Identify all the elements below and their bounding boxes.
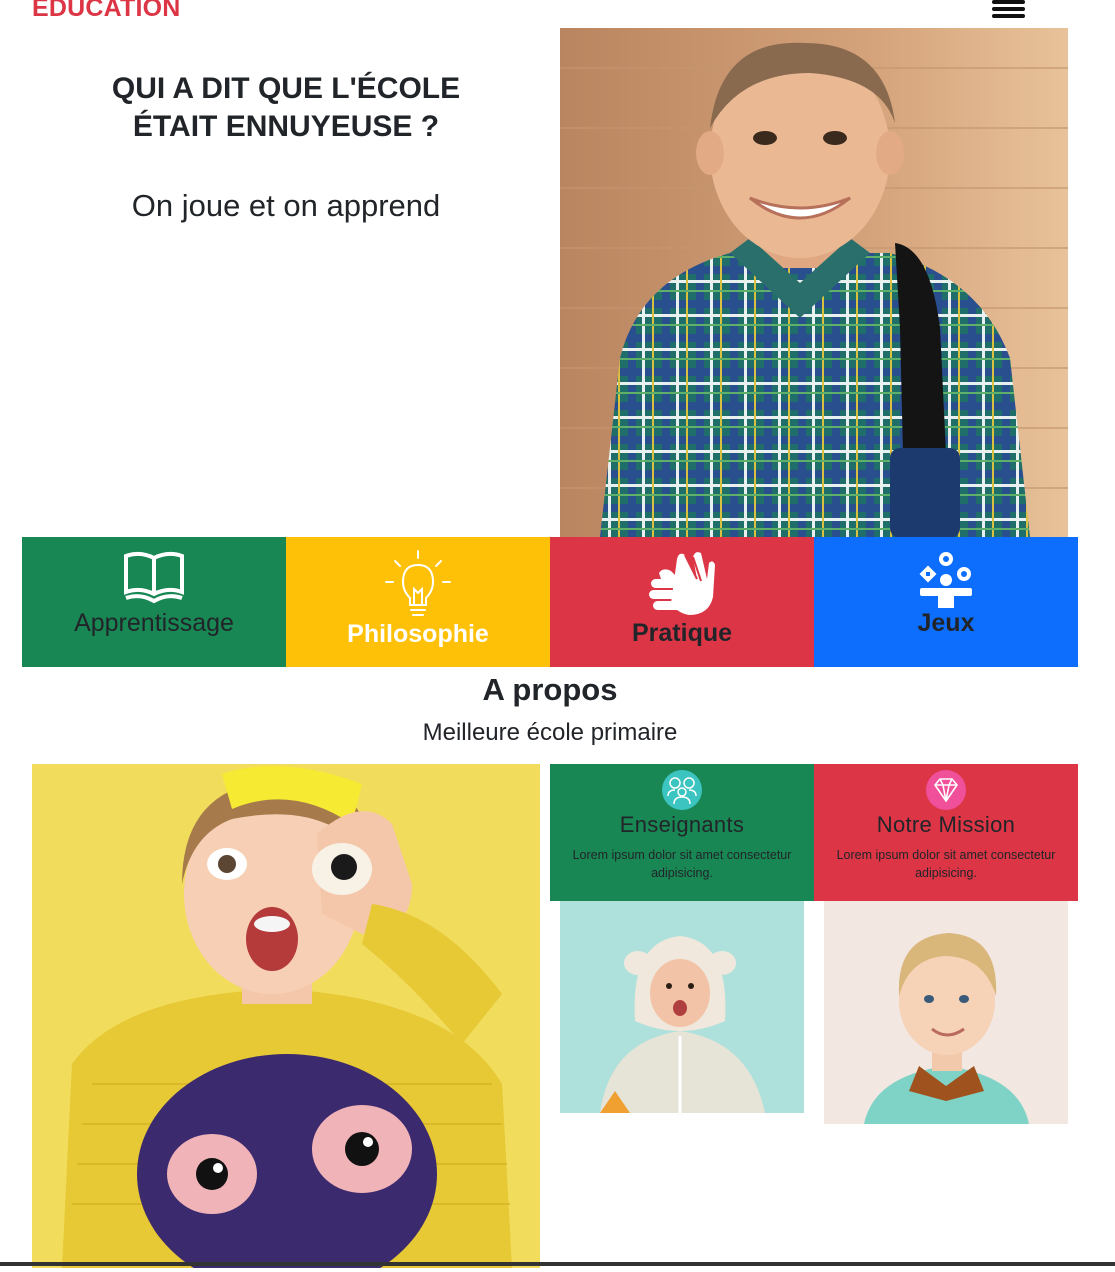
- tile-label-pratique: Pratique: [631, 619, 733, 647]
- tile-pratique[interactable]: Pratique: [550, 537, 814, 667]
- toys-icon: [919, 552, 972, 608]
- lightbulb-icon: [385, 550, 451, 616]
- card-title-enseignants: Enseignants: [619, 812, 745, 837]
- tile-label-jeux: Jeux: [917, 609, 975, 637]
- tile-apprentissage[interactable]: Apprentissage: [22, 537, 286, 667]
- about-subtitle: Meilleure école primaire: [422, 719, 678, 746]
- child-in-raincoat-photo: [560, 901, 804, 1113]
- open-book-icon: [124, 551, 184, 604]
- girl-yellow-sweater-photo: [32, 764, 540, 1268]
- tile-philosophie[interactable]: Philosophie: [286, 537, 550, 667]
- hero-title-line2: ÉTAIT ENNUYEUSE ?: [132, 110, 440, 143]
- tile-label-apprentissage: Apprentissage: [74, 609, 234, 637]
- tile-jeux[interactable]: Jeux: [814, 537, 1078, 667]
- brand-logo[interactable]: EDUCATION: [32, 0, 181, 23]
- about-title: A propos: [482, 672, 618, 707]
- hero-subtitle: On joue et on apprend: [131, 188, 441, 223]
- hero-title: QUI A DIT QUE L'ÉCOLE ÉTAIT ENNUYEUSE ?: [60, 70, 512, 146]
- clapping-hands-icon: [649, 552, 715, 615]
- card-text-enseignants: Lorem ipsum dolor sit amet consectetur a…: [572, 848, 792, 880]
- card-notre-mission[interactable]: Notre Mission Lorem ipsum dolor sit amet…: [814, 764, 1078, 901]
- teachers-group-icon: [662, 770, 702, 810]
- card-text-notre-mission: Lorem ipsum dolor sit amet consectetur a…: [836, 848, 1056, 880]
- page-bottom-divider: [0, 1262, 1115, 1266]
- hamburger-menu-icon[interactable]: [990, 0, 1026, 18]
- card-enseignants[interactable]: Enseignants Lorem ipsum dolor sit amet c…: [550, 764, 814, 901]
- blond-boy-smiling-photo: [824, 901, 1068, 1124]
- diamond-icon: [926, 770, 966, 810]
- card-title-notre-mission: Notre Mission: [876, 812, 1016, 837]
- hero-boy-photo: [560, 28, 1068, 537]
- hero-title-line1: QUI A DIT QUE L'ÉCOLE: [111, 72, 461, 105]
- tile-label-philosophie: Philosophie: [347, 620, 489, 648]
